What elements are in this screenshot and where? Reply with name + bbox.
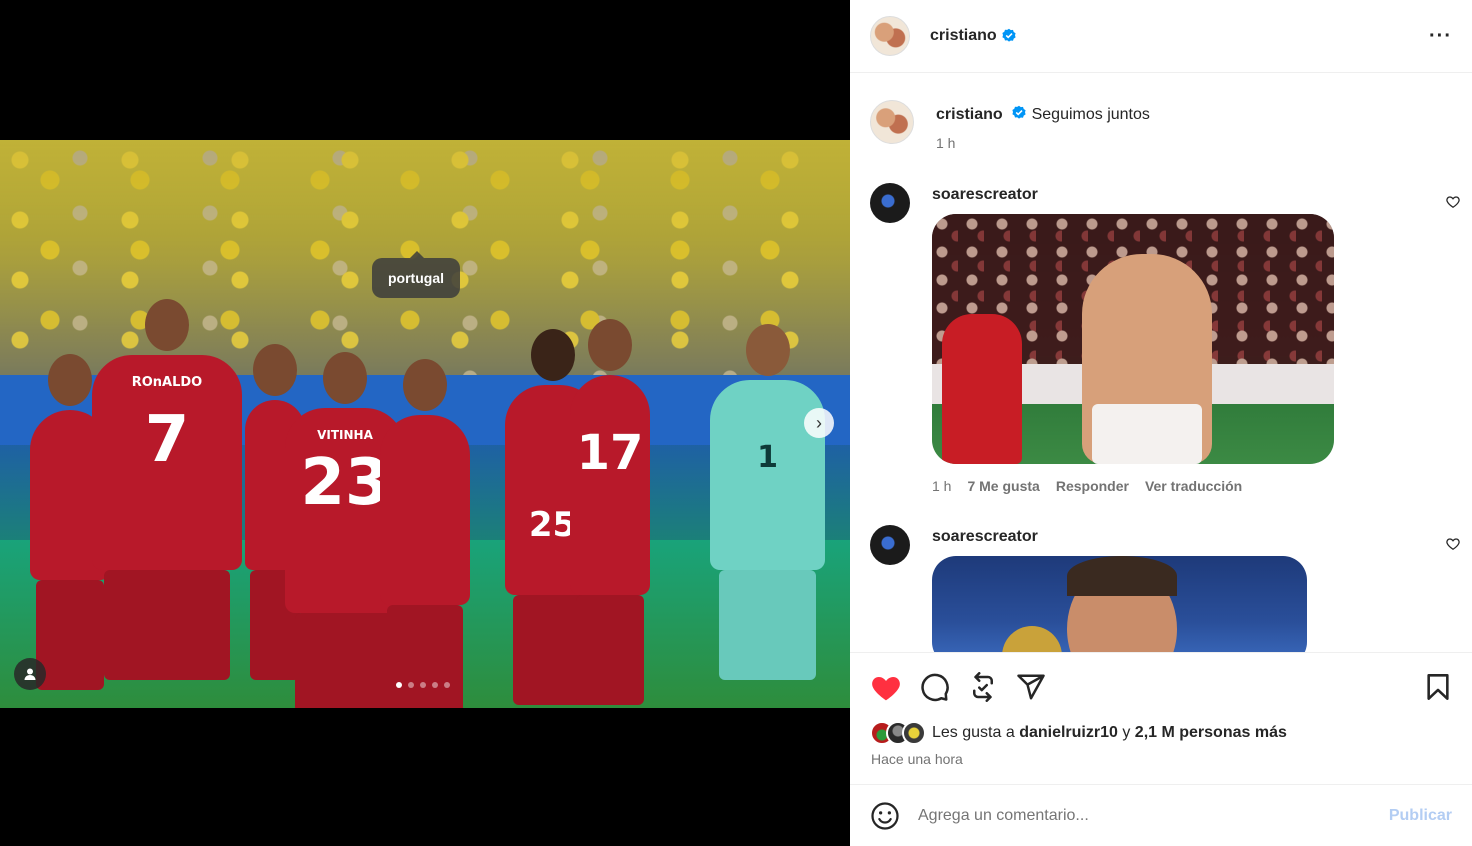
more-options-icon[interactable]: ···: [1429, 25, 1452, 48]
post-caption: cristiano Seguimos juntos 1 h: [870, 100, 1150, 151]
comment-icon[interactable]: [920, 672, 950, 702]
player-goalkeeper: 1: [710, 324, 825, 680]
comment-likes-link[interactable]: 7 Me gusta: [967, 478, 1039, 494]
heart-outline-icon[interactable]: [1446, 537, 1460, 551]
comment-input[interactable]: [918, 807, 1389, 825]
post-actions: Les gusta a danielruizr10 y 2,1 M person…: [850, 652, 1472, 785]
comment-gif[interactable]: [932, 556, 1307, 652]
jersey-number: 7: [144, 403, 190, 477]
carousel-dot: [444, 682, 450, 688]
player-17: 17: [570, 319, 650, 705]
comment-item: soarescreator 1 h 7 Me gusta Responder V…: [870, 183, 1460, 494]
carousel-dot: [420, 682, 426, 688]
author-avatar[interactable]: [870, 16, 910, 56]
liker-avatar: [902, 721, 926, 745]
see-translation-button[interactable]: Ver traducción: [1145, 478, 1242, 494]
likes-conj: y: [1122, 724, 1131, 741]
send-icon[interactable]: [1016, 672, 1046, 702]
chevron-right-icon: ›: [816, 412, 822, 433]
user-icon: [24, 668, 36, 680]
comment-meta: 1 h 7 Me gusta Responder Ver traducción: [932, 478, 1460, 494]
carousel-next-button[interactable]: ›: [804, 408, 834, 438]
caption-author[interactable]: cristiano: [936, 106, 1003, 123]
carousel-dot: [408, 682, 414, 688]
comment-composer: Publicar: [850, 786, 1472, 846]
comments-list[interactable]: cristiano Seguimos juntos 1 h soarescrea…: [850, 74, 1472, 652]
player-mid: [380, 359, 470, 708]
repost-icon[interactable]: [968, 672, 998, 702]
bookmark-icon[interactable]: [1424, 672, 1452, 702]
caption-text: Seguimos juntos: [1031, 106, 1150, 123]
comment-time: 1 h: [932, 478, 952, 494]
photo-tag-bubble[interactable]: portugal: [372, 251, 460, 298]
action-bar: [870, 671, 1452, 703]
author-username[interactable]: cristiano: [930, 27, 997, 45]
post-sidebar: cristiano ··· cristiano Seguimos juntos …: [850, 0, 1472, 846]
heart-outline-icon[interactable]: [1446, 195, 1460, 209]
commenter-avatar[interactable]: [870, 525, 910, 565]
liker-avatars[interactable]: [870, 721, 926, 745]
comment-item: soarescreator: [870, 525, 1460, 652]
heart-filled-icon[interactable]: [870, 672, 902, 702]
emoji-icon[interactable]: [870, 801, 900, 831]
media-pane: ROnALDO 7 VITINHA 23 25 17 1 portugal ›: [0, 0, 850, 846]
jersey-number: 17: [576, 425, 644, 481]
likes-others-link[interactable]: 2,1 M personas más: [1135, 724, 1287, 742]
post-header: cristiano ···: [850, 0, 1472, 73]
post-time: Hace una hora: [871, 751, 963, 767]
post-photo[interactable]: ROnALDO 7 VITINHA 23 25 17 1: [0, 140, 850, 708]
commenter-avatar[interactable]: [870, 183, 910, 223]
commenter-username[interactable]: soarescreator: [932, 528, 1460, 546]
likes-summary: Les gusta a danielruizr10 y 2,1 M person…: [870, 721, 1287, 745]
liker-username[interactable]: danielruizr10: [1019, 724, 1118, 742]
carousel-dots: [396, 682, 450, 688]
caption-author-avatar[interactable]: [870, 100, 914, 144]
player-ronaldo: ROnALDO 7: [92, 299, 242, 680]
jersey-number: 1: [757, 440, 778, 475]
carousel-dot: [432, 682, 438, 688]
tagged-users-button[interactable]: [14, 658, 46, 690]
carousel-dot: [396, 682, 402, 688]
commenter-username[interactable]: soarescreator: [932, 186, 1460, 204]
verified-badge-icon: [1002, 28, 1016, 42]
caption-time: 1 h: [936, 135, 956, 151]
publish-button[interactable]: Publicar: [1389, 807, 1452, 825]
likes-prefix: Les gusta a: [932, 724, 1015, 741]
comment-gif[interactable]: [932, 214, 1334, 464]
jersey-name: ROnALDO: [131, 375, 203, 390]
reply-button[interactable]: Responder: [1056, 478, 1129, 494]
verified-badge-icon: [1012, 105, 1026, 119]
photo-tag-label: portugal: [388, 270, 444, 286]
